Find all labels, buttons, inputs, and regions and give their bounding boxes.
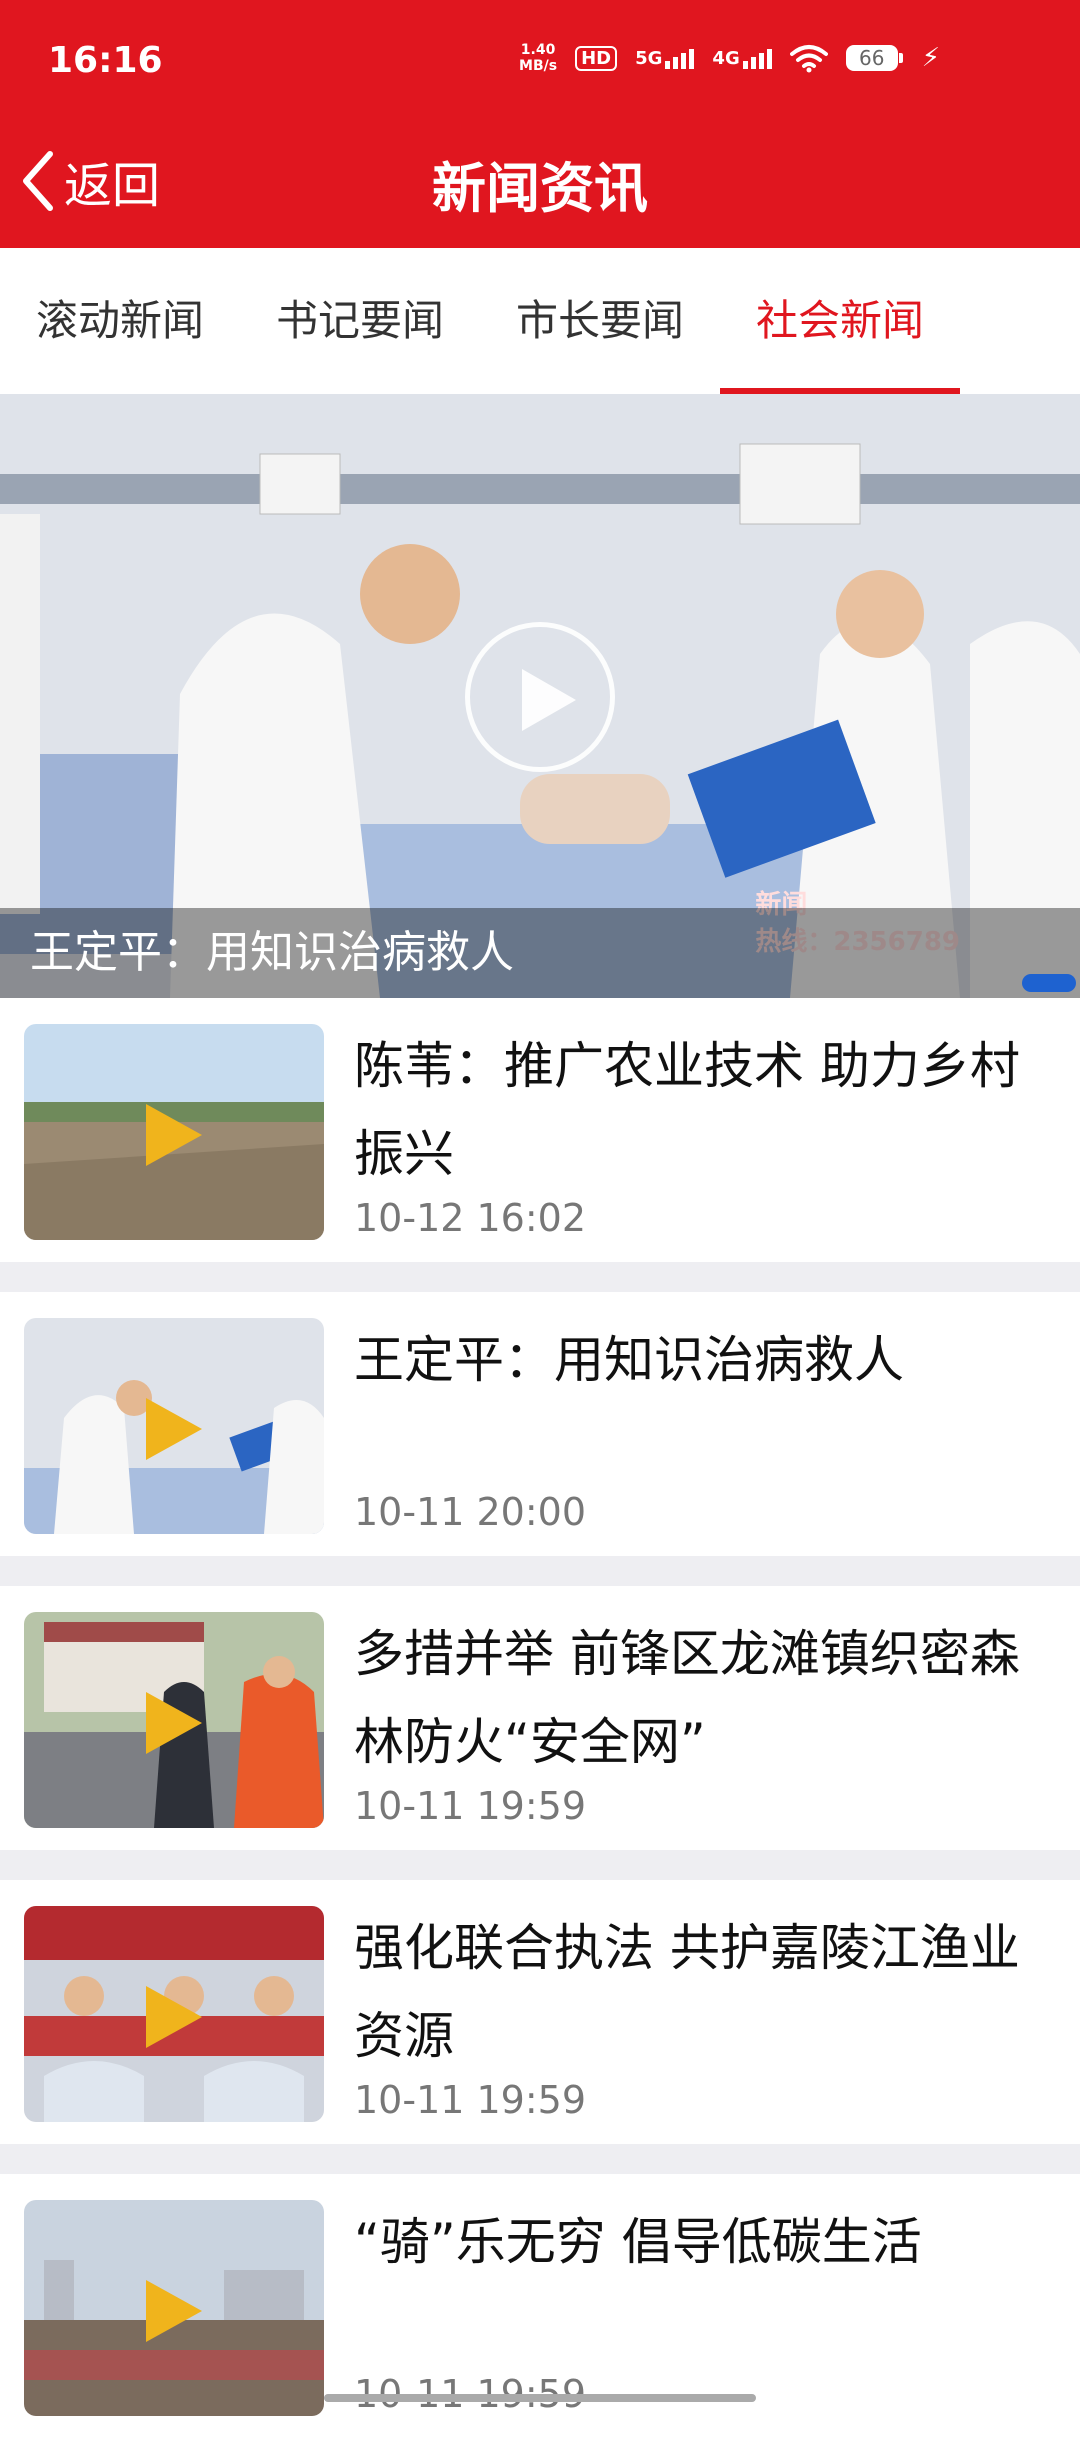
carousel-indicator xyxy=(1022,974,1076,992)
news-title: 陈苇：推广农业技术 助力乡村振兴 xyxy=(354,1037,1020,1183)
battery-icon: 66 xyxy=(845,45,903,71)
news-time: 10-12 16:02 xyxy=(354,1196,587,1240)
news-title: 王定平：用知识治病救人 xyxy=(354,1331,904,1389)
news-time: 10-11 19:59 xyxy=(354,1784,587,1828)
net-speed-indicator: 1.40 MB/s xyxy=(519,42,557,74)
tab-label: 滚动新闻 xyxy=(35,296,204,345)
hero-video-banner[interactable]: 新闻 热线：2356789 王定平：用知识治病救人 xyxy=(0,394,1080,998)
news-item[interactable]: 强化联合执法 共护嘉陵江渔业资源 10-11 19:59 xyxy=(0,1880,1080,2144)
tab-label: 市长要闻 xyxy=(515,296,684,345)
news-thumbnail xyxy=(24,1024,324,1240)
tab-label: 书记要闻 xyxy=(275,296,444,345)
list-divider xyxy=(0,1262,1080,1292)
status-time: 16:16 xyxy=(48,40,163,81)
sim2-label: 4G xyxy=(712,47,740,69)
home-indicator[interactable] xyxy=(324,2394,756,2402)
play-icon[interactable] xyxy=(465,622,615,772)
news-thumbnail xyxy=(24,1612,324,1828)
charging-bolt-icon: ⚡ xyxy=(921,43,940,73)
signal-5g-icon: 5G xyxy=(635,47,695,69)
page-title: 新闻资讯 xyxy=(432,157,648,220)
play-icon xyxy=(146,1692,202,1754)
play-icon xyxy=(146,2280,202,2342)
tab-label: 社会新闻 xyxy=(755,296,924,345)
play-icon xyxy=(146,1986,202,2048)
status-icons: 1.40 MB/s HD 5G 4G 66 ⚡ xyxy=(519,42,940,74)
tab-mayor-news[interactable]: 市长要闻 xyxy=(480,248,720,394)
wifi-icon xyxy=(789,45,828,73)
news-title: “骑”乐无穷 倡导低碳生活 xyxy=(354,2213,922,2271)
list-divider xyxy=(0,1556,1080,1586)
news-time: 10-11 19:59 xyxy=(354,2078,587,2122)
news-time: 10-11 20:00 xyxy=(354,1490,587,1534)
news-item[interactable]: 陈苇：推广农业技术 助力乡村振兴 10-12 16:02 xyxy=(0,998,1080,1262)
list-divider xyxy=(0,1850,1080,1880)
news-thumbnail xyxy=(24,2200,324,2416)
category-tabs: 滚动新闻 书记要闻 市长要闻 社会新闻 xyxy=(0,248,1080,394)
tab-social-news[interactable]: 社会新闻 xyxy=(720,248,960,394)
status-bar: 16:16 1.40 MB/s HD 5G 4G 66 ⚡ xyxy=(0,0,1080,120)
app-header: 16:16 1.40 MB/s HD 5G 4G 66 ⚡ 返回 新闻资讯 xyxy=(0,0,1080,248)
play-icon xyxy=(146,1104,202,1166)
news-title: 多措并举 前锋区龙滩镇织密森林防火“安全网” xyxy=(354,1625,1020,1771)
news-title: 强化联合执法 共护嘉陵江渔业资源 xyxy=(354,1919,1020,2065)
tab-secretary-news[interactable]: 书记要闻 xyxy=(240,248,480,394)
list-divider xyxy=(0,2144,1080,2174)
news-thumbnail xyxy=(24,1318,324,1534)
news-item[interactable]: 王定平：用知识治病救人 10-11 20:00 xyxy=(0,1292,1080,1556)
nav-bar: 返回 新闻资讯 xyxy=(0,130,1080,230)
news-thumbnail xyxy=(24,1906,324,2122)
tab-scrolling-news[interactable]: 滚动新闻 xyxy=(0,248,240,394)
net-speed-unit: MB/s xyxy=(519,58,558,74)
news-item[interactable]: 多措并举 前锋区龙滩镇织密森林防火“安全网” 10-11 19:59 xyxy=(0,1586,1080,1850)
sim1-label: 5G xyxy=(635,47,663,69)
hero-caption: 王定平：用知识治病救人 xyxy=(30,927,514,978)
net-speed-value: 1.40 xyxy=(520,42,556,58)
hd-icon: HD xyxy=(575,45,618,71)
signal-4g-icon: 4G xyxy=(712,47,772,69)
play-icon xyxy=(146,1398,202,1460)
